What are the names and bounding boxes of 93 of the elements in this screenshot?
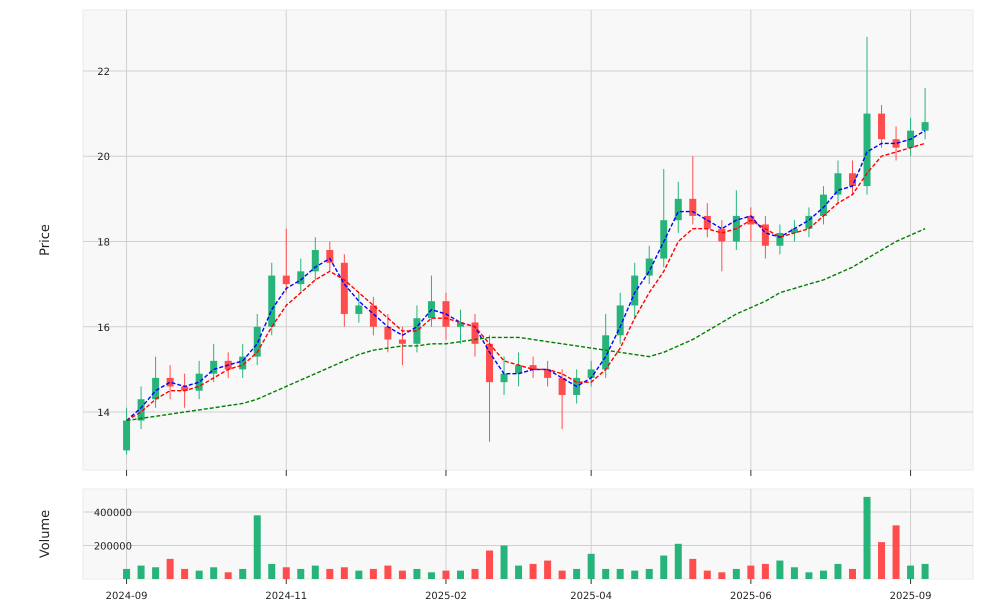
candlestick [602,313,610,378]
candlestick [689,156,696,225]
volume-bar [602,568,610,579]
candlestick [732,190,740,251]
candlestick [355,292,362,323]
volume-bar [152,567,160,579]
axis-tick-label: 2025-09 [890,591,932,602]
candlestick [282,228,290,294]
candlestick [123,407,130,456]
volume-bar [907,566,914,579]
candlestick [790,220,798,242]
candlestick [224,352,232,378]
candlestick [413,304,420,353]
candlestick [239,343,246,378]
candlestick [892,126,900,161]
candlestick [370,296,377,336]
candlestick [326,241,334,272]
axis-tick-label: 18 [97,238,110,248]
candlestick [704,202,711,238]
axis-tick-label: 2025-04 [570,591,612,602]
candlestick [588,360,595,387]
candlestick [166,364,174,400]
candlestick [254,313,261,366]
axis-tick-label: 2025-06 [730,591,772,602]
axis-title: Volume [38,510,53,558]
candlestick [500,356,508,396]
volume-bar [239,568,246,579]
candlestick [776,224,784,255]
volume-bar [573,568,580,579]
candlestick [472,313,478,358]
volume-bar [631,570,638,579]
axis-tick-label: 22 [97,66,110,78]
candlestick [922,88,929,140]
volume-bar [181,568,188,579]
candlestick [762,215,769,260]
candlestick [457,309,464,344]
candlestick [297,258,304,294]
volume-bar [646,568,653,579]
candlestick [718,220,726,272]
volume-bar [530,564,537,579]
axis-tick-label: 20 [97,152,110,164]
candlestick [312,236,319,280]
candlestick [530,356,537,378]
candlestick [210,343,218,383]
candlestick [674,181,682,234]
volume-bar [892,525,900,579]
volume-bar [588,554,595,579]
candlestick [196,360,203,400]
axis-title: Price [38,224,53,256]
volume-bar [123,568,130,579]
volume-bar [878,542,886,579]
axis-tick-label: 2024-11 [265,591,308,602]
candlestick [834,160,842,204]
axis-tick-label: 2025-02 [425,591,467,602]
volume-bar [486,550,494,579]
volume-bar [544,560,552,579]
volume-bar [196,570,203,579]
volume-bar [558,570,566,579]
axis-tick-label: 2024-09 [106,591,148,602]
axis-tick-label: 16 [97,322,110,334]
candlestick [152,356,160,408]
candlestick [515,352,522,387]
axis-tick-label: 200000 [94,541,132,552]
candlestick [398,326,406,366]
candlestick [428,275,435,328]
candlestick [631,262,638,319]
volume-bar [472,568,478,579]
candlestick [138,386,145,430]
candlestick [616,292,624,344]
volume-bar [254,515,261,579]
axis-tick-label: 400000 [94,508,132,519]
volume-bar [515,566,522,579]
candlestick [820,186,827,225]
volume-bar [616,568,624,579]
candlestick [747,206,754,242]
candlestick [646,245,653,285]
candlestick [849,160,856,196]
volume-bar [500,545,508,579]
candlestick [573,368,580,404]
candlestick [907,117,914,157]
volume-bar [922,564,929,579]
candlestick [805,206,812,238]
candlestick [181,373,188,408]
axis-tick-label: 14 [97,408,110,420]
volume-bar [268,564,276,579]
volume-bar [210,567,218,579]
candlestick [442,292,450,340]
volume-bar [138,566,145,579]
candlestick [878,104,886,148]
candlestick [544,360,552,387]
volume-bar [166,558,174,579]
candlestick [384,313,392,353]
candlestick [558,368,566,430]
